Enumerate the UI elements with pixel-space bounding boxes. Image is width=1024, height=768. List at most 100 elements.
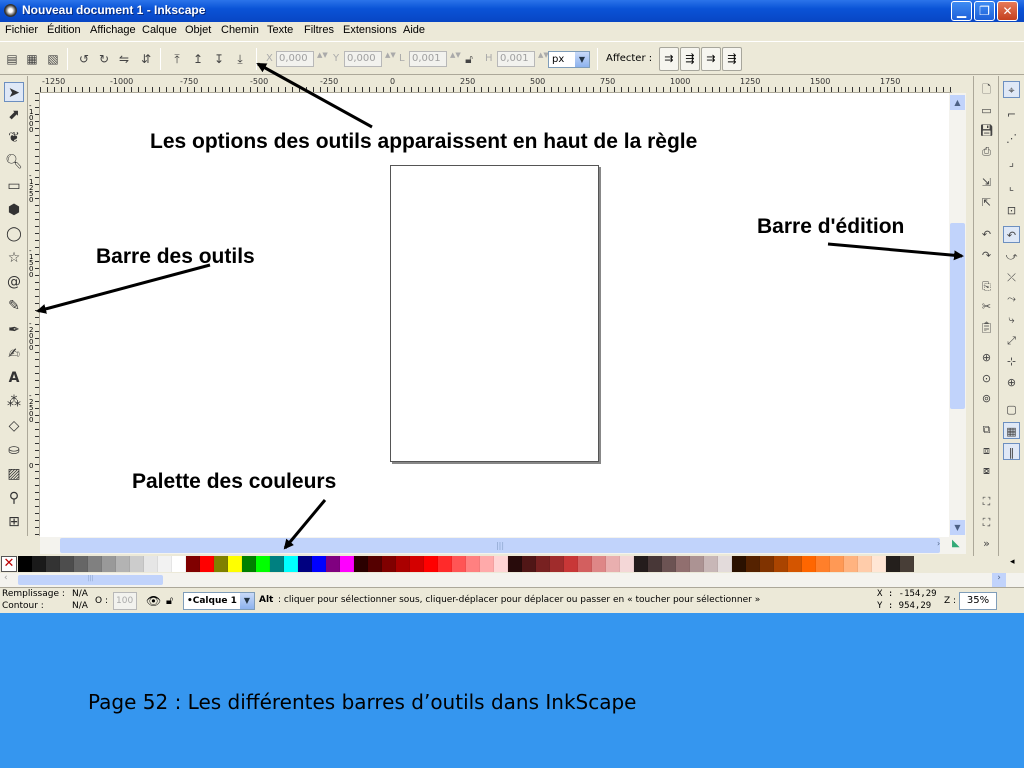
palette-swatch[interactable] [746, 556, 760, 572]
rectangle-tool-icon[interactable]: ▭ [4, 176, 24, 196]
palette-swatch[interactable] [718, 556, 732, 572]
palette-swatch[interactable] [536, 556, 550, 572]
snap-intersections-icon[interactable]: ⤫ [1003, 269, 1020, 286]
redo-icon[interactable]: ↷ [978, 247, 995, 264]
snap-bbox-icon[interactable]: ⌐ [1003, 106, 1020, 123]
zoom-selection-icon[interactable]: ⊕ [978, 349, 995, 366]
palette-swatch[interactable] [256, 556, 270, 572]
snap-rotation-icon[interactable]: ⊕ [1003, 374, 1020, 391]
raise-icon[interactable]: ↥ [190, 51, 206, 67]
snap-midpoint-icon[interactable]: ⤢ [1003, 332, 1020, 349]
palette-swatch[interactable] [298, 556, 312, 572]
snap-bbox-mid-icon[interactable]: ⌞ [1003, 178, 1020, 195]
snap-cusp-icon[interactable]: ⤳ [1003, 290, 1020, 307]
palette-scroll-right-icon[interactable]: › [992, 573, 1006, 587]
undo-icon[interactable]: ↶ [978, 226, 995, 243]
rotate-cw-icon[interactable]: ↻ [96, 51, 112, 67]
tweak-tool-icon[interactable]: ❦ [4, 128, 24, 148]
visibility-eye-icon[interactable]: 👁︎ [146, 594, 161, 608]
y-field[interactable]: 0,000 [344, 51, 382, 67]
palette-swatch[interactable] [354, 556, 368, 572]
star-tool-icon[interactable]: ☆ [4, 248, 24, 268]
unit-select[interactable]: px ▼ [548, 51, 590, 68]
palette-swatch[interactable] [228, 556, 242, 572]
group-icon[interactable]: ⛶ [978, 493, 995, 510]
palette-swatch[interactable] [676, 556, 690, 572]
palette-swatch[interactable] [522, 556, 536, 572]
palette-swatch[interactable] [32, 556, 46, 572]
palette-swatch[interactable] [368, 556, 382, 572]
horizontal-scroll-thumb[interactable]: ||| [60, 538, 940, 553]
snap-bbox-center-icon[interactable]: ⊡ [1003, 202, 1020, 219]
palette-swatch[interactable] [172, 556, 186, 572]
open-icon[interactable]: ▭ [978, 102, 995, 119]
palette-swatch[interactable] [18, 556, 32, 572]
palette-swatch[interactable] [494, 556, 508, 572]
palette-swatch[interactable] [102, 556, 116, 572]
palette-scroll-thumb[interactable]: ||| [18, 575, 163, 585]
snap-bbox-edge-icon[interactable]: ⋰ [1003, 130, 1020, 147]
palette-swatch[interactable] [116, 556, 130, 572]
layer-select[interactable]: •Calque 1 ▼ [183, 592, 255, 610]
dropper-tool-icon[interactable]: ⚲ [4, 488, 24, 508]
palette-swatch[interactable] [592, 556, 606, 572]
gradient-tool-icon[interactable]: ▨ [4, 464, 24, 484]
palette-swatch[interactable] [74, 556, 88, 572]
duplicate-icon[interactable]: ⧉ [978, 421, 995, 438]
horizontal-scrollbar[interactable]: ||| › ◣ [40, 537, 966, 554]
palette-swatch[interactable] [186, 556, 200, 572]
palette-swatch[interactable] [872, 556, 886, 572]
palette-swatch[interactable] [410, 556, 424, 572]
fill-value[interactable]: N/A [72, 589, 88, 599]
opacity-field[interactable]: 100 [113, 592, 137, 610]
snap-center-icon[interactable]: ⊹ [1003, 353, 1020, 370]
deselect-icon[interactable]: ▧ [45, 51, 61, 67]
select-all-icon[interactable]: ▤ [4, 51, 20, 67]
zoom-drawing-icon[interactable]: ⊙ [978, 370, 995, 387]
snap-bbox-corner-icon[interactable]: ⌟ [1003, 154, 1020, 171]
palette-swatch[interactable] [382, 556, 396, 572]
palette-swatch[interactable] [452, 556, 466, 572]
pen-tool-icon[interactable]: ✒ [4, 320, 24, 340]
palette-swatch[interactable] [88, 556, 102, 572]
palette-swatch[interactable] [844, 556, 858, 572]
width-spinner[interactable]: ▲▼ [450, 52, 461, 66]
scroll-up-icon[interactable]: ▲ [950, 95, 965, 110]
palette-swatch[interactable] [606, 556, 620, 572]
palette-swatch[interactable] [396, 556, 410, 572]
palette-swatch[interactable] [732, 556, 746, 572]
close-button[interactable]: ✕ [997, 1, 1018, 21]
raise-to-top-icon[interactable]: ⤒ [169, 51, 185, 67]
flip-horizontal-icon[interactable]: ⇋ [116, 51, 132, 67]
more-commands-icon[interactable]: » [978, 535, 995, 552]
palette-swatch[interactable] [200, 556, 214, 572]
lock-icon[interactable]: 🔓︎ [461, 51, 477, 67]
pencil-tool-icon[interactable]: ✎ [4, 296, 24, 316]
palette-swatch[interactable] [158, 556, 172, 572]
new-document-icon[interactable]: 🗋︎ [978, 81, 995, 98]
height-field[interactable]: 0,001 [497, 51, 535, 67]
paste-icon[interactable]: 📋︎ [978, 319, 995, 336]
flip-vertical-icon[interactable]: ⇵ [138, 51, 154, 67]
snap-paths-icon[interactable]: ⤻ [1003, 248, 1020, 265]
palette-swatch[interactable] [690, 556, 704, 572]
menu-affichage[interactable]: Affichage [90, 24, 136, 36]
maximize-button[interactable]: ❐ [974, 1, 995, 21]
menu-texte[interactable]: Texte [267, 24, 293, 36]
scale-corners-button[interactable]: ⇶ [680, 47, 700, 71]
export-icon[interactable]: ⇱ [978, 194, 995, 211]
palette-swatch[interactable] [760, 556, 774, 572]
copy-icon[interactable]: ⎘ [978, 278, 995, 295]
vertical-scrollbar[interactable]: ▲ ▼ [949, 93, 966, 537]
palette-swatch[interactable] [312, 556, 326, 572]
palette-swatch[interactable] [480, 556, 494, 572]
layer-lock-icon[interactable]: 🔓︎ [166, 594, 173, 608]
palette-swatch[interactable] [340, 556, 354, 572]
palette-swatch[interactable] [466, 556, 480, 572]
menu-objet[interactable]: Objet [185, 24, 211, 36]
palette-swatch[interactable] [508, 556, 522, 572]
palette-swatch[interactable] [830, 556, 844, 572]
vertical-scroll-thumb[interactable] [950, 223, 965, 409]
transform-patterns-button[interactable]: ⇶ [722, 47, 742, 71]
connector-tool-icon[interactable]: ⊞ [4, 512, 24, 532]
